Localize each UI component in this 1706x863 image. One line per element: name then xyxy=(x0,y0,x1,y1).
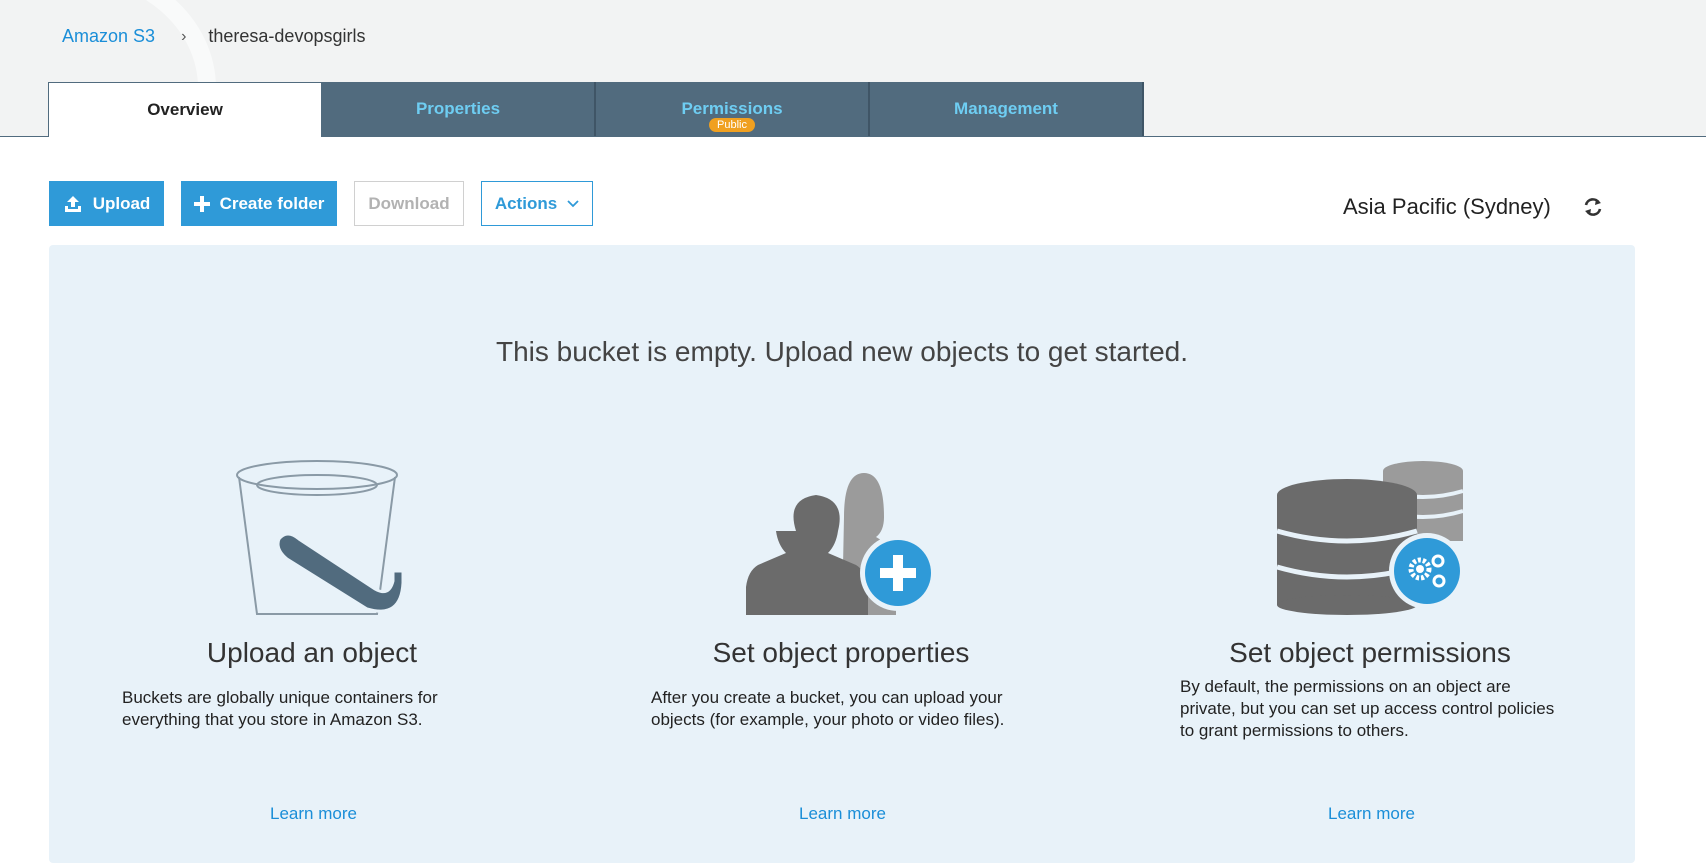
actions-dropdown[interactable]: Actions xyxy=(481,181,593,226)
chevron-down-icon xyxy=(567,199,579,207)
tab-bar: Overview Properties Permissions Public Ma… xyxy=(48,82,1144,137)
breadcrumb-current: theresa-devopsgirls xyxy=(208,26,366,46)
tab-label: Overview xyxy=(147,100,223,119)
create-folder-button[interactable]: Create folder xyxy=(181,181,337,226)
breadcrumb-root-link[interactable]: Amazon S3 xyxy=(62,26,155,47)
create-folder-label: Create folder xyxy=(219,193,325,213)
card-set-properties: Set object properties After you create a… xyxy=(641,455,1041,729)
database-gear-icon xyxy=(1276,461,1465,615)
tab-permissions[interactable]: Permissions Public xyxy=(596,82,870,136)
tab-management[interactable]: Management xyxy=(870,82,1144,136)
empty-bucket-panel: This bucket is empty. Upload new objects… xyxy=(49,245,1635,863)
tab-label: Permissions xyxy=(681,99,783,118)
upload-icon xyxy=(64,195,81,212)
region-label: Asia Pacific (Sydney) xyxy=(1343,194,1551,219)
card-description: Buckets are globally unique containers f… xyxy=(122,688,438,729)
public-badge: Public xyxy=(709,118,755,132)
refresh-icon[interactable] xyxy=(1582,196,1604,218)
card-title: Set object properties xyxy=(712,637,970,668)
upload-button[interactable]: Upload xyxy=(49,181,164,226)
breadcrumb: Amazon S3 › theresa-devopsgirls xyxy=(62,26,365,47)
tab-label: Properties xyxy=(415,99,501,118)
tab-overview[interactable]: Overview xyxy=(48,82,322,137)
card-title: Upload an object xyxy=(206,637,418,668)
card-title: Set object permissions xyxy=(1229,637,1511,668)
card-set-permissions: Set object permissions By default, the p… xyxy=(1170,455,1570,740)
actions-label: Actions xyxy=(494,193,558,213)
empty-message: This bucket is empty. Upload new objects… xyxy=(495,336,1189,367)
learn-more-link-upload[interactable]: Learn more xyxy=(270,804,357,824)
learn-more-link-properties[interactable]: Learn more xyxy=(799,804,886,824)
card-description: By default, the permissions on an object… xyxy=(1180,677,1555,740)
download-label: Download xyxy=(368,193,450,213)
upload-label: Upload xyxy=(92,193,151,213)
bucket-icon xyxy=(236,460,405,615)
breadcrumb-separator: › xyxy=(181,27,187,45)
plus-icon xyxy=(193,195,210,212)
card-description: After you create a bucket, you can uploa… xyxy=(651,688,1005,729)
tab-properties[interactable]: Properties xyxy=(322,82,596,136)
users-add-icon xyxy=(746,473,936,615)
learn-more-link-permissions[interactable]: Learn more xyxy=(1328,804,1415,824)
tab-label: Management xyxy=(954,99,1058,118)
download-button[interactable]: Download xyxy=(354,181,464,226)
toolbar: Upload Create folder Download Actions xyxy=(49,181,593,226)
card-upload-object: Upload an object Buckets are globally un… xyxy=(112,455,512,729)
